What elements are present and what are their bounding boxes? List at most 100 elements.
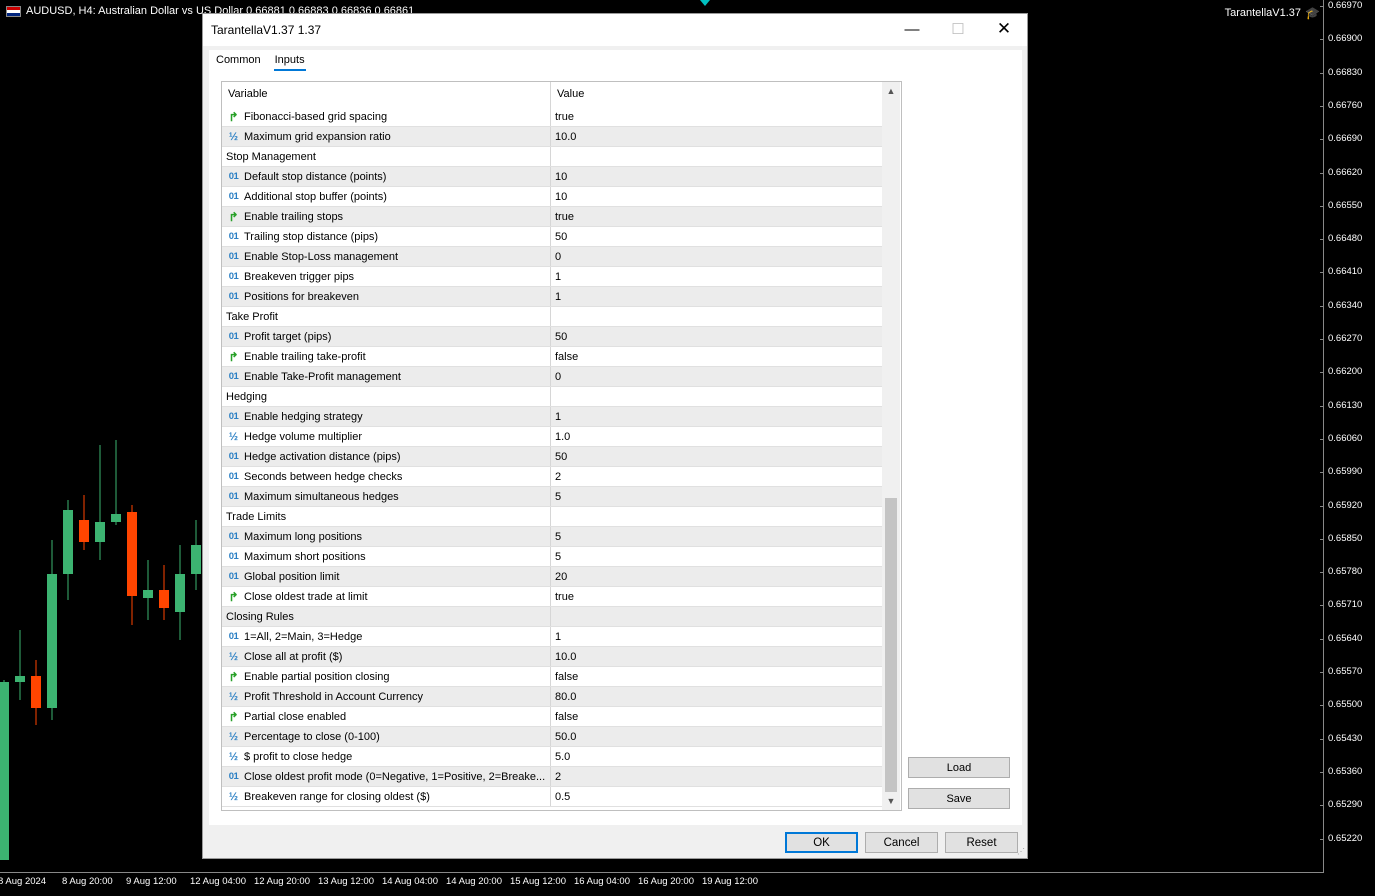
cancel-button[interactable]: Cancel <box>865 832 938 853</box>
scroll-thumb[interactable] <box>885 498 897 792</box>
section-row[interactable]: Stop Management <box>222 147 882 167</box>
dialog-titlebar[interactable]: TarantellaV1.37 1.37 — ☐ ✕ <box>203 14 1027 46</box>
parameter-name-cell: ↱ Fibonacci-based grid spacing <box>222 107 551 126</box>
parameter-row[interactable]: 01 Maximum short positions 5 <box>222 547 882 567</box>
section-row[interactable]: Closing Rules <box>222 607 882 627</box>
parameter-value-cell[interactable]: 50 <box>551 447 882 466</box>
parameter-row[interactable]: ↱ Fibonacci-based grid spacing true <box>222 107 882 127</box>
boolean-type-icon: ↱ <box>228 349 239 364</box>
time-axis[interactable]: 8 Aug 2024 8 Aug 20:00 9 Aug 12:00 12 Aug 0… <box>0 872 1323 896</box>
parameter-row[interactable]: 01 Maximum simultaneous hedges 5 <box>222 487 882 507</box>
parameter-row[interactable]: 01 Trailing stop distance (pips) 50 <box>222 227 882 247</box>
parameter-value-cell[interactable]: 0.5 <box>551 787 882 806</box>
price-axis[interactable]: 0.66970 0.66900 0.66830 0.66760 0.66690 0.666… <box>1320 0 1375 873</box>
price-tick <box>1320 572 1324 574</box>
load-button[interactable]: Load <box>908 757 1010 778</box>
parameter-row[interactable]: 01 1=All, 2=Main, 3=Hedge 1 <box>222 627 882 647</box>
parameter-row[interactable]: ½ Percentage to close (0-100) 50.0 <box>222 727 882 747</box>
parameter-row[interactable]: 01 Maximum long positions 5 <box>222 527 882 547</box>
reset-button[interactable]: Reset <box>945 832 1018 853</box>
parameter-row[interactable]: ↱ Enable partial position closing false <box>222 667 882 687</box>
parameter-row[interactable]: 01 Hedge activation distance (pips) 50 <box>222 447 882 467</box>
parameter-value-cell[interactable]: 1.0 <box>551 427 882 446</box>
parameter-value-cell[interactable]: 5 <box>551 527 882 546</box>
resize-grip-icon[interactable]: ⋰ <box>1017 847 1025 856</box>
parameter-row[interactable]: ½ Close all at profit ($) 10.0 <box>222 647 882 667</box>
maximize-button[interactable]: ☐ <box>935 14 981 44</box>
parameter-row[interactable]: 01 Enable hedging strategy 1 <box>222 407 882 427</box>
expert-label[interactable]: TarantellaV1.37 🎓 <box>1225 6 1320 20</box>
parameter-row[interactable]: 01 Default stop distance (points) 10 <box>222 167 882 187</box>
minimize-button[interactable]: — <box>889 14 935 44</box>
ok-button[interactable]: OK <box>785 832 858 853</box>
parameter-name: Maximum short positions <box>244 550 366 563</box>
parameter-value-cell[interactable]: 1 <box>551 627 882 646</box>
parameter-value-cell[interactable]: 5 <box>551 547 882 566</box>
parameter-row[interactable]: 01 Additional stop buffer (points) 10 <box>222 187 882 207</box>
parameter-row[interactable]: ½ Breakeven range for closing oldest ($) 0… <box>222 787 882 807</box>
parameter-value-cell[interactable]: 10 <box>551 167 882 186</box>
parameter-row[interactable]: 01 Enable Stop-Loss management 0 <box>222 247 882 267</box>
tab-common[interactable]: Common <box>215 52 262 71</box>
price-label: 0.66340 <box>1328 299 1363 311</box>
section-row[interactable]: Hedging <box>222 387 882 407</box>
scroll-up-button[interactable]: ▲ <box>882 82 900 100</box>
parameter-value-cell[interactable]: false <box>551 347 882 366</box>
scroll-down-button[interactable]: ▼ <box>882 792 900 810</box>
vertical-scrollbar[interactable]: ▲ ▼ <box>882 82 900 810</box>
parameter-value-cell <box>551 607 882 626</box>
section-row[interactable]: Take Profit <box>222 307 882 327</box>
parameter-value-cell <box>551 147 882 166</box>
parameter-value-cell[interactable]: 20 <box>551 567 882 586</box>
parameter-value-cell[interactable]: 5.0 <box>551 747 882 766</box>
parameter-value-cell[interactable]: true <box>551 107 882 126</box>
parameter-value-cell[interactable]: 0 <box>551 247 882 266</box>
price-tick <box>1320 638 1324 640</box>
parameter-value-cell[interactable]: 1 <box>551 287 882 306</box>
column-header-value[interactable]: Value <box>551 82 882 107</box>
parameter-row[interactable]: 01 Global position limit 20 <box>222 567 882 587</box>
parameter-value-cell[interactable]: 50 <box>551 327 882 346</box>
parameter-row[interactable]: ½ $ profit to close hedge 5.0 <box>222 747 882 767</box>
parameter-value-cell[interactable]: 2 <box>551 767 882 786</box>
parameter-value-cell[interactable]: false <box>551 707 882 726</box>
parameter-value-cell[interactable]: 0 <box>551 367 882 386</box>
parameter-value-cell[interactable]: 80.0 <box>551 687 882 706</box>
parameter-row[interactable]: ↱ Partial close enabled false <box>222 707 882 727</box>
section-row[interactable]: Trade Limits <box>222 507 882 527</box>
time-label: 16 Aug 04:00 <box>574 876 630 887</box>
parameter-row[interactable]: 01 Seconds between hedge checks 2 <box>222 467 882 487</box>
close-button[interactable]: ✕ <box>981 14 1027 44</box>
parameter-row[interactable]: 01 Enable Take-Profit management 0 <box>222 367 882 387</box>
parameter-row[interactable]: ↱ Enable trailing stops true <box>222 207 882 227</box>
section-title: Hedging <box>226 390 267 403</box>
parameter-value-cell[interactable]: 2 <box>551 467 882 486</box>
parameter-value-cell[interactable]: false <box>551 667 882 686</box>
column-header-variable[interactable]: Variable <box>222 82 551 107</box>
parameter-row[interactable]: 01 Positions for breakeven 1 <box>222 287 882 307</box>
parameter-value-cell[interactable]: 10.0 <box>551 647 882 666</box>
parameter-value-cell[interactable]: 5 <box>551 487 882 506</box>
time-label: 8 Aug 20:00 <box>62 876 113 887</box>
parameter-row[interactable]: 01 Profit target (pips) 50 <box>222 327 882 347</box>
parameter-value-cell[interactable]: true <box>551 587 882 606</box>
parameter-row[interactable]: ½ Maximum grid expansion ratio 10.0 <box>222 127 882 147</box>
parameter-value-cell[interactable]: 50.0 <box>551 727 882 746</box>
parameter-row[interactable]: ↱ Enable trailing take-profit false <box>222 347 882 367</box>
dialog-body: Common Inputs Variable Value ↱ Fibonacci-… <box>209 50 1022 825</box>
save-button[interactable]: Save <box>908 788 1010 809</box>
parameter-name: Additional stop buffer (points) <box>244 190 387 203</box>
parameter-row[interactable]: 01 Breakeven trigger pips 1 <box>222 267 882 287</box>
tab-inputs[interactable]: Inputs <box>273 52 306 71</box>
parameter-value-cell[interactable]: true <box>551 207 882 226</box>
parameter-value-cell[interactable]: 50 <box>551 227 882 246</box>
parameter-row[interactable]: ↱ Close oldest trade at limit true <box>222 587 882 607</box>
parameter-row[interactable]: 01 Close oldest profit mode (0=Negative, … <box>222 767 882 787</box>
parameter-value-cell[interactable]: 10 <box>551 187 882 206</box>
parameter-value-cell[interactable]: 10.0 <box>551 127 882 146</box>
parameter-row[interactable]: ½ Profit Threshold in Account Currency 80.… <box>222 687 882 707</box>
parameter-value-cell[interactable]: 1 <box>551 267 882 286</box>
boolean-type-icon: ↱ <box>228 589 239 604</box>
parameter-value-cell[interactable]: 1 <box>551 407 882 426</box>
parameter-row[interactable]: ½ Hedge volume multiplier 1.0 <box>222 427 882 447</box>
